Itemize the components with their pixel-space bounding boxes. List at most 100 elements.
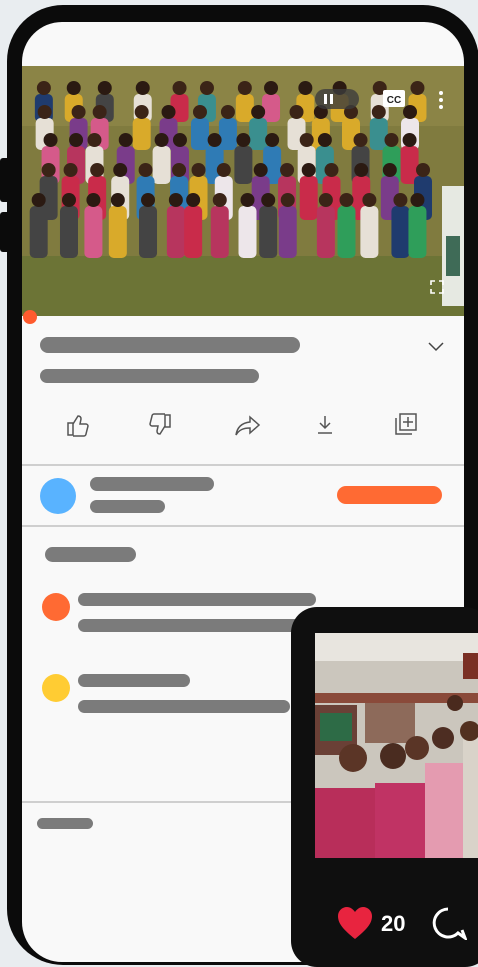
reel-thumbnail-photo xyxy=(315,633,478,858)
phone-side-button xyxy=(0,212,10,252)
channel-name xyxy=(90,477,214,491)
subscribe-button[interactable] xyxy=(337,486,442,504)
crowd-person xyxy=(29,206,48,258)
crowd-person-head xyxy=(113,163,128,177)
pause-button[interactable] xyxy=(315,89,359,109)
share-button[interactable] xyxy=(235,415,261,437)
crowd-person xyxy=(278,206,297,258)
crowd-person-head xyxy=(403,105,418,119)
dislike-button[interactable] xyxy=(148,413,172,437)
crowd-person-head xyxy=(43,133,58,147)
crowd-person-head xyxy=(191,163,206,177)
crowd-person-head xyxy=(41,163,56,177)
crowd-person-head xyxy=(265,133,280,147)
comment-reel-button[interactable] xyxy=(431,907,469,945)
crowd-person xyxy=(190,118,209,150)
crowd-person xyxy=(408,206,427,258)
chevron-down-icon xyxy=(428,342,444,352)
crowd-person-head xyxy=(71,105,86,119)
crowd-person xyxy=(152,146,171,184)
crowd-person-head xyxy=(92,105,107,119)
related-section-label xyxy=(37,818,93,829)
crowd-person xyxy=(235,94,254,122)
crowd-person xyxy=(369,118,388,150)
crowd-person xyxy=(132,118,151,150)
crowd-person-head xyxy=(138,163,153,177)
reel-video[interactable] xyxy=(315,633,478,858)
fullscreen-icon[interactable] xyxy=(430,280,444,294)
crowd-person xyxy=(259,206,278,258)
crowd-person-head xyxy=(172,133,187,147)
comment-author xyxy=(78,593,316,606)
crowd-person-head xyxy=(362,193,377,207)
expand-description-button[interactable] xyxy=(428,342,444,352)
crowd-person xyxy=(337,206,356,258)
crowd-person-head xyxy=(410,81,425,95)
crowd-person-head xyxy=(402,133,417,147)
crowd-person-head xyxy=(253,163,268,177)
captions-button[interactable]: CC xyxy=(383,90,405,107)
crowd-person xyxy=(210,206,229,258)
crowd-person-head xyxy=(384,133,399,147)
video-subtitle xyxy=(40,369,259,383)
share-icon xyxy=(235,415,261,436)
crowd-person xyxy=(391,206,410,258)
crowd-person xyxy=(299,176,318,220)
channel-avatar[interactable] xyxy=(40,478,76,514)
crowd-person-head xyxy=(199,81,214,95)
crowd-person-head xyxy=(135,81,150,95)
crowd-person-head xyxy=(69,133,84,147)
video-title xyxy=(40,337,300,353)
crowd-person-head xyxy=(410,193,425,207)
thumbs-up-icon xyxy=(67,415,89,437)
crowd-person-head xyxy=(134,105,149,119)
crowd-person-head xyxy=(212,193,227,207)
crowd-person-head xyxy=(90,163,105,177)
crowd-person xyxy=(108,206,127,258)
like-reel-button[interactable] xyxy=(337,906,373,945)
crowd-person-head xyxy=(236,133,251,147)
crowd-person-head xyxy=(216,163,231,177)
more-options-icon[interactable] xyxy=(438,90,444,110)
crowd-person-head xyxy=(154,133,169,147)
crowd-person-head xyxy=(251,105,266,119)
crowd-person xyxy=(316,206,335,258)
crowd-person-head xyxy=(261,193,276,207)
crowd-person xyxy=(234,146,253,184)
download-button[interactable] xyxy=(317,415,333,435)
crowd-person-head xyxy=(36,81,51,95)
crowd-person-head xyxy=(220,105,235,119)
commenter-avatar[interactable] xyxy=(42,593,70,621)
crowd-person-head xyxy=(61,193,76,207)
section-divider xyxy=(22,464,464,466)
crowd-person-head xyxy=(280,193,295,207)
crowd-person-head xyxy=(118,133,133,147)
section-divider xyxy=(22,525,464,527)
comments-header xyxy=(45,547,136,562)
crowd-person-head xyxy=(237,81,252,95)
crowd-person-head xyxy=(301,163,316,177)
crowd-person-head xyxy=(172,163,187,177)
crowd-person-head xyxy=(87,133,102,147)
crowd-person-head xyxy=(141,193,156,207)
crowd-person-head xyxy=(161,105,176,119)
video-player[interactable]: CC xyxy=(22,66,464,316)
crowd-person-head xyxy=(66,81,81,95)
crowd-person xyxy=(184,206,203,258)
commenter-avatar[interactable] xyxy=(42,674,70,702)
comment-text xyxy=(78,700,290,713)
crowd-person-head xyxy=(371,105,386,119)
video-progress-handle[interactable] xyxy=(23,310,37,324)
crowd-person-head xyxy=(172,81,187,95)
crowd-person-head xyxy=(353,133,368,147)
pause-icon xyxy=(324,94,333,104)
phone-side-button xyxy=(0,158,10,202)
save-button[interactable] xyxy=(395,413,417,435)
crowd-person-head xyxy=(280,163,295,177)
like-button[interactable] xyxy=(66,413,90,437)
comment-author xyxy=(78,674,190,687)
crowd-person-head xyxy=(86,193,101,207)
crowd-person-head xyxy=(324,163,339,177)
crowd-person xyxy=(84,206,103,258)
crowd-person-head xyxy=(339,193,354,207)
